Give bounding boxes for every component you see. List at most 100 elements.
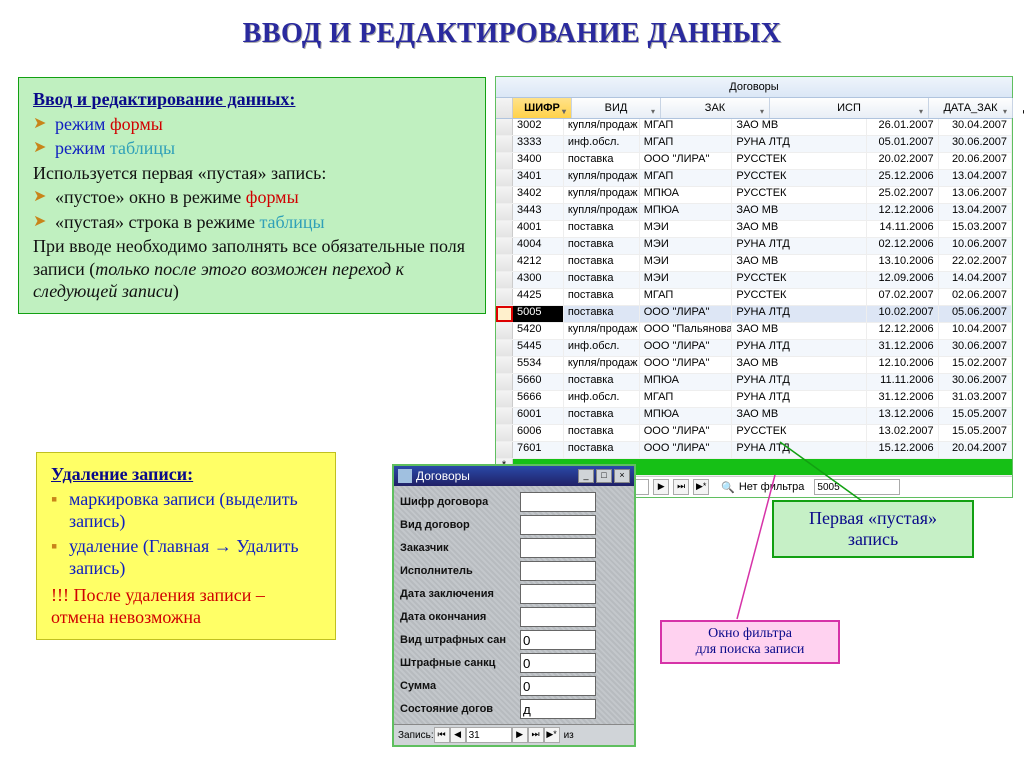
form-row: Дата заключения bbox=[400, 584, 628, 604]
form-label: Заказчик bbox=[400, 542, 520, 554]
edit-head: Ввод и редактирование данных: bbox=[33, 88, 471, 111]
col-header[interactable]: ДАТА_ОКОН▾ bbox=[1013, 98, 1024, 118]
form-nav: Запись: ⏮ ◀ ▶ ⏭ ▶* из bbox=[394, 724, 634, 745]
form-row: Заказчик bbox=[400, 538, 628, 558]
table-row[interactable]: 4300поставкаМЭИРУССТЕК12.09.200614.04.20… bbox=[496, 272, 1012, 289]
form-titlebar[interactable]: Договоры _ □ × bbox=[394, 466, 634, 486]
form-input[interactable] bbox=[520, 561, 596, 581]
explain-para: При вводе необходимо заполнять все обяза… bbox=[33, 235, 471, 303]
form-input[interactable] bbox=[520, 515, 596, 535]
chevron-down-icon[interactable]: ▾ bbox=[757, 102, 767, 112]
chevron-down-icon[interactable]: ▾ bbox=[916, 102, 926, 112]
chevron-down-icon[interactable]: ▾ bbox=[1000, 102, 1010, 112]
callout-first-empty: Первая «пустая» запись bbox=[772, 500, 974, 558]
del-b1: маркировка записи (выделить запись) bbox=[51, 488, 321, 533]
form-input[interactable] bbox=[520, 607, 596, 627]
form-label: Сумма bbox=[400, 680, 520, 692]
table-row[interactable]: 5666инф.обсл.МГАПРУНА ЛТД31.12.200631.03… bbox=[496, 391, 1012, 408]
form-nav-first-icon[interactable]: ⏮ bbox=[434, 727, 450, 743]
form-app-icon bbox=[398, 469, 412, 483]
grid-body[interactable]: 3002купля/продажМГАПЗАО МВ26.01.200730.0… bbox=[496, 119, 1012, 476]
form-input[interactable] bbox=[520, 538, 596, 558]
form-title: Договоры bbox=[416, 469, 576, 483]
col-header[interactable]: ВИД▾ bbox=[572, 98, 661, 118]
form-row: Вид штрафных сан bbox=[400, 630, 628, 650]
table-row[interactable]: 3402купля/продажМПЮАРУССТЕК25.02.200713.… bbox=[496, 187, 1012, 204]
table-row[interactable]: 3333инф.обсл.МГАПРУНА ЛТД05.01.200730.06… bbox=[496, 136, 1012, 153]
delete-head: Удаление записи: bbox=[51, 463, 321, 486]
form-window: Договоры _ □ × Шифр договора Вид договор З… bbox=[392, 464, 636, 747]
close-icon[interactable]: × bbox=[614, 469, 630, 483]
chevron-down-icon[interactable]: ▾ bbox=[559, 102, 569, 112]
form-input[interactable] bbox=[520, 653, 596, 673]
form-nav-new-icon[interactable]: ▶* bbox=[544, 727, 560, 743]
form-row: Исполнитель bbox=[400, 561, 628, 581]
form-label: Вид штрафных сан bbox=[400, 634, 520, 646]
form-row: Шифр договора bbox=[400, 492, 628, 512]
col-header[interactable]: ИСП▾ bbox=[770, 98, 929, 118]
minimize-icon[interactable]: _ bbox=[578, 469, 594, 483]
nav-next-icon[interactable]: ▶ bbox=[653, 479, 669, 495]
del-b2: удаление (Главная → Удалить запись) bbox=[51, 535, 321, 580]
form-input[interactable] bbox=[520, 492, 596, 512]
table-row[interactable]: 3443купля/продажМПЮАЗАО МВ12.12.200613.0… bbox=[496, 204, 1012, 221]
table-row[interactable]: 4425поставкаМГАПРУССТЕК07.02.200702.06.2… bbox=[496, 289, 1012, 306]
table-row[interactable]: 5005поставкаООО "ЛИРА"РУНА ЛТД10.02.2007… bbox=[496, 306, 1012, 323]
col-header[interactable]: ЗАК▾ bbox=[661, 98, 770, 118]
table-row[interactable]: 4004поставкаМЭИРУНА ЛТД02.12.200610.06.2… bbox=[496, 238, 1012, 255]
table-row[interactable]: 3401купля/продажМГАПРУССТЕК25.12.200613.… bbox=[496, 170, 1012, 187]
form-nav-pos[interactable] bbox=[466, 727, 512, 743]
maximize-icon[interactable]: □ bbox=[596, 469, 612, 483]
form-nav-next-icon[interactable]: ▶ bbox=[512, 727, 528, 743]
form-input[interactable] bbox=[520, 699, 596, 719]
delete-box: Удаление записи: маркировка записи (выде… bbox=[36, 452, 336, 640]
col-header[interactable]: ШИФР▾ bbox=[513, 98, 572, 118]
form-row: Дата окончания bbox=[400, 607, 628, 627]
form-label: Дата заключения bbox=[400, 588, 520, 600]
form-nav-prev-icon[interactable]: ◀ bbox=[450, 727, 466, 743]
table-row[interactable]: 6001поставкаМПЮАЗАО МВ13.12.200615.05.20… bbox=[496, 408, 1012, 425]
col-header[interactable]: ДАТА_ЗАК▾ bbox=[929, 98, 1013, 118]
grid-title: Договоры bbox=[496, 77, 1012, 98]
bullet-form: режим формы bbox=[33, 113, 471, 136]
form-label: Дата окончания bbox=[400, 611, 520, 623]
form-label: Состояние догов bbox=[400, 703, 520, 715]
table-row[interactable]: 7601поставкаООО "ЛИРА"РУНА ЛТД15.12.2006… bbox=[496, 442, 1012, 459]
table-row[interactable]: 5420купля/продажООО "ПальяноваЗАО МВ12.1… bbox=[496, 323, 1012, 340]
bullet-empty-form: «пустое» окно в режиме формы bbox=[33, 186, 471, 209]
form-row: Вид договор bbox=[400, 515, 628, 535]
table-row[interactable]: 3400поставкаООО "ЛИРА"РУССТЕК20.02.20072… bbox=[496, 153, 1012, 170]
form-label: Шифр договора bbox=[400, 496, 520, 508]
form-input[interactable] bbox=[520, 630, 596, 650]
table-row[interactable]: 5660поставкаМПЮАРУНА ЛТД11.11.200630.06.… bbox=[496, 374, 1012, 391]
edit-box: Ввод и редактирование данных: режим форм… bbox=[18, 77, 486, 314]
grid-panel: Договоры ШИФР▾ВИД▾ЗАК▾ИСП▾ДАТА_ЗАК▾ДАТА_… bbox=[495, 76, 1013, 498]
table-row[interactable]: 5445инф.обсл.ООО "ЛИРА"РУНА ЛТД31.12.200… bbox=[496, 340, 1012, 357]
form-row: Сумма bbox=[400, 676, 628, 696]
bullet-table: режим таблицы bbox=[33, 137, 471, 160]
table-row[interactable]: 6006поставкаООО "ЛИРА"РУССТЕК13.02.20071… bbox=[496, 425, 1012, 442]
form-input[interactable] bbox=[520, 584, 596, 604]
slide-title: ВВОД И РЕДАКТИРОВАНИЕ ДАННЫХ bbox=[0, 0, 1024, 60]
uses-first: Используется первая «пустая» запись: bbox=[33, 162, 471, 185]
grid-header: ШИФР▾ВИД▾ЗАК▾ИСП▾ДАТА_ЗАК▾ДАТА_ОКОН▾ bbox=[496, 98, 1012, 119]
nav-last-icon[interactable]: ⏭ bbox=[673, 479, 689, 495]
table-row[interactable]: 3002купля/продажМГАПЗАО МВ26.01.200730.0… bbox=[496, 119, 1012, 136]
form-label: Вид договор bbox=[400, 519, 520, 531]
form-row: Штрафные санкц bbox=[400, 653, 628, 673]
table-row[interactable]: 4001поставкаМЭИЗАО МВ14.11.200615.03.200… bbox=[496, 221, 1012, 238]
form-label: Штрафные санкц bbox=[400, 657, 520, 669]
bullet-empty-table: «пустая» строка в режиме таблицы bbox=[33, 211, 471, 234]
form-input[interactable] bbox=[520, 676, 596, 696]
row-marker-header bbox=[496, 98, 513, 118]
callout-filter: Окно фильтра для поиска записи bbox=[660, 620, 840, 664]
form-body: Шифр договора Вид договор Заказчик Исполнит… bbox=[394, 486, 634, 724]
del-warn: !!! После удаления записи – отмена невоз… bbox=[51, 584, 321, 629]
filter-label: Нет фильтра bbox=[739, 481, 805, 493]
form-nav-last-icon[interactable]: ⏭ bbox=[528, 727, 544, 743]
table-row[interactable]: 5534купля/продажООО "ЛИРА"ЗАО МВ12.10.20… bbox=[496, 357, 1012, 374]
nav-new-icon[interactable]: ▶* bbox=[693, 479, 709, 495]
filter-search-input[interactable] bbox=[814, 479, 900, 495]
chevron-down-icon[interactable]: ▾ bbox=[648, 102, 658, 112]
table-row[interactable]: 4212поставкаМЭИЗАО МВ13.10.200622.02.200… bbox=[496, 255, 1012, 272]
